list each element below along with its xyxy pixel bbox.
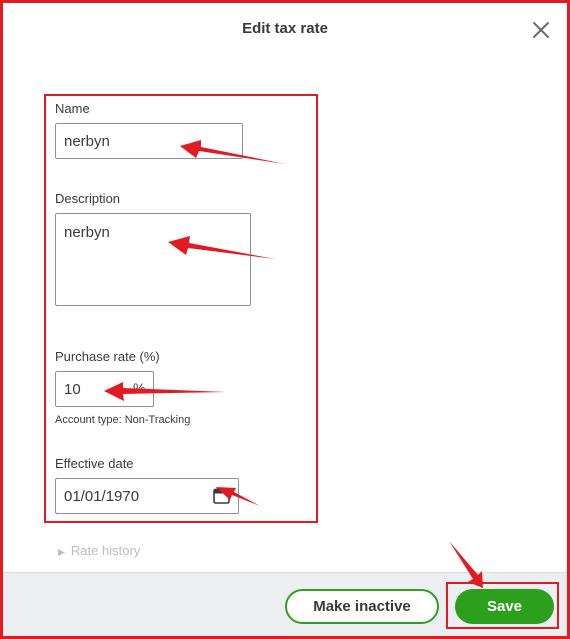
description-label: Description [55,191,121,206]
description-textarea[interactable]: nerbyn [55,213,251,306]
rate-history-label: Rate history [70,543,141,558]
purchase-rate-label: Purchase rate (%) [55,349,160,364]
triangle-right-icon: ▶ [58,547,65,557]
name-label: Name [55,101,90,116]
calendar-icon[interactable] [213,487,230,504]
dialog-title: Edit tax rate [242,20,328,37]
rate-history-toggle[interactable]: ▶ Rate history [58,543,140,558]
effective-date-input[interactable] [55,478,239,514]
percent-suffix: % [133,380,146,396]
close-icon[interactable] [529,18,553,42]
make-inactive-button[interactable]: Make inactive [285,589,439,624]
save-button[interactable]: Save [455,589,554,624]
account-type-note: Account type: Non-Tracking [55,414,191,426]
effective-date-label: Effective date [55,456,134,471]
name-input[interactable] [55,123,243,159]
